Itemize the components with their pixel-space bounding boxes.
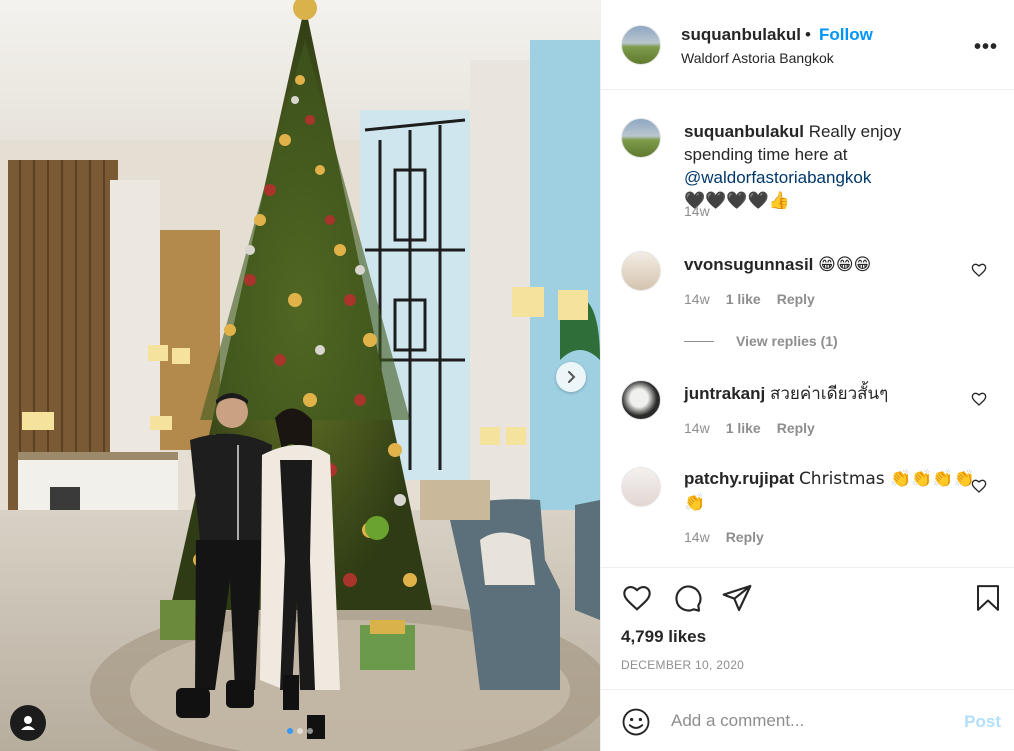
author-avatar[interactable]: [621, 25, 661, 65]
follow-button[interactable]: Follow: [819, 25, 873, 45]
view-replies-button[interactable]: View replies (1): [684, 333, 838, 349]
comment-time[interactable]: 14w: [684, 529, 710, 545]
add-comment-bar: Post: [601, 689, 1014, 751]
like-comment-icon[interactable]: [971, 262, 987, 278]
commenter-username[interactable]: vvonsugunnasil: [684, 255, 813, 274]
commenter-avatar[interactable]: [621, 251, 661, 291]
carousel-dot: [307, 728, 313, 734]
carousel-dot: [297, 728, 303, 734]
share-send-icon[interactable]: [721, 582, 753, 614]
reply-button[interactable]: Reply: [777, 420, 815, 436]
commenter-username[interactable]: patchy.rujipat: [684, 469, 794, 488]
comment-likes[interactable]: 1 like: [726, 420, 761, 436]
author-username[interactable]: suquanbulakul: [681, 25, 801, 45]
post-header: suquanbulakul • Follow Waldorf Astoria B…: [601, 0, 1014, 90]
carousel-dot: [287, 728, 293, 734]
comment-time[interactable]: 14w: [684, 291, 710, 307]
caption-username[interactable]: suquanbulakul: [684, 122, 804, 141]
caption-mention[interactable]: @waldorfastoriabangkok: [684, 168, 871, 187]
comment-meta: 14w Reply: [684, 529, 764, 545]
bookmark-icon[interactable]: [973, 582, 1003, 614]
like-comment-icon[interactable]: [971, 391, 987, 407]
tagged-users-button[interactable]: [10, 705, 46, 741]
caption-text: suquanbulakul Really enjoy spending time…: [684, 120, 975, 213]
reply-button[interactable]: Reply: [726, 529, 764, 545]
caption-meta: 14w: [684, 203, 710, 219]
post-location[interactable]: Waldorf Astoria Bangkok: [681, 50, 834, 66]
commenter-avatar[interactable]: [621, 467, 661, 507]
chevron-right-icon: [568, 371, 576, 383]
next-photo-button[interactable]: [556, 362, 586, 392]
caption-time[interactable]: 14w: [684, 203, 710, 219]
author-avatar[interactable]: [621, 118, 661, 158]
post-date[interactable]: DECEMBER 10, 2020: [621, 658, 744, 672]
commenter-avatar[interactable]: [621, 380, 661, 420]
comment-meta: 14w 1 like Reply: [684, 291, 815, 307]
commenter-username[interactable]: juntrakanj: [684, 384, 765, 403]
like-comment-icon[interactable]: [971, 478, 987, 494]
view-replies-line: [684, 340, 714, 342]
emoji-icon[interactable]: [621, 707, 651, 737]
separator-dot: •: [805, 25, 811, 44]
comment-body: สวยค่าเดียวสั้นๆ: [769, 384, 889, 403]
comment-bubble-icon[interactable]: [671, 582, 703, 614]
comment-input[interactable]: [671, 706, 951, 736]
comment-text: juntrakanj สวยค่าเดียวสั้นๆ: [684, 382, 975, 405]
reply-button[interactable]: Reply: [777, 291, 815, 307]
more-options-button[interactable]: •••: [974, 36, 998, 59]
action-bar: 4,799 likes DECEMBER 10, 2020: [601, 567, 1014, 689]
view-replies-label: View replies (1): [736, 333, 838, 349]
post-comment-button[interactable]: Post: [964, 712, 1001, 732]
comment-likes[interactable]: 1 like: [726, 291, 761, 307]
like-heart-icon[interactable]: [621, 582, 653, 614]
comment-time[interactable]: 14w: [684, 420, 710, 436]
photo-scene: [0, 0, 600, 751]
comment-text: patchy.rujipat Christmas 👏👏👏👏👏: [684, 467, 975, 515]
likes-count[interactable]: 4,799 likes: [621, 627, 706, 647]
comment-text: vvonsugunnasil 😁😁😁: [684, 253, 975, 277]
comment-body: 😁😁😁: [818, 255, 872, 275]
post-photo[interactable]: [0, 0, 600, 751]
comment-meta: 14w 1 like Reply: [684, 420, 815, 436]
post-details-panel: suquanbulakul • Follow Waldorf Astoria B…: [600, 0, 1014, 751]
carousel-indicator: [0, 728, 600, 734]
